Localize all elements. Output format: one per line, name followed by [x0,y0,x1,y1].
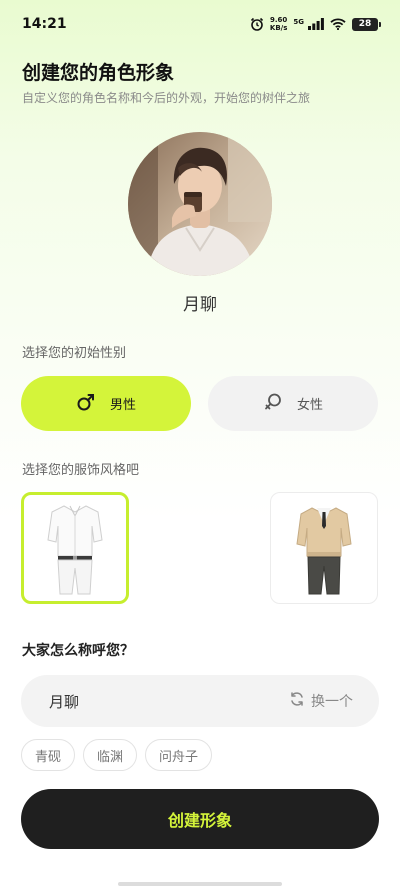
outfit-option-white-shirt[interactable] [21,492,129,604]
status-icons: 9.60 KB/s 5G 28 [250,16,381,32]
nickname-input[interactable] [49,692,229,710]
shuffle-name-button[interactable]: 换一个 [289,691,353,711]
gender-female-button[interactable]: 女性 [208,376,378,431]
battery-icon: 28 [352,17,381,31]
battery-level: 28 [358,19,372,29]
avatar[interactable] [128,132,272,276]
male-icon [76,392,96,416]
refresh-icon [289,691,305,711]
status-time: 14:21 [22,16,67,32]
gender-male-label: 男性 [109,398,136,413]
gender-male-button[interactable]: 男性 [21,376,191,431]
nickname-suggestions: 青砚 临渊 问舟子 [21,739,213,771]
home-indicator[interactable] [118,882,282,886]
nickname-question: 大家怎么称呼您？ [22,643,134,659]
wifi-icon [330,18,346,30]
gender-female-label: 女性 [296,398,323,413]
suggestion-chip[interactable]: 青砚 [21,739,76,771]
net-speed-value: 9.60 [269,16,288,24]
avatar-name: 月聊 [183,295,217,315]
net-speed-unit: KB/s [269,24,288,32]
outfit-section-label: 选择您的服饰风格吧 [22,463,140,478]
nickname-field: 换一个 [21,675,379,727]
status-bar: 14:21 9.60 KB/s 5G 28 [0,0,400,48]
page-subtitle: 自定义您的角色名称和今后的外观，开始您的树伴之旅 [22,91,311,105]
suggestion-chip[interactable]: 临渊 [83,739,138,771]
signal-icon [308,18,324,30]
sweater-outfit-image [296,507,352,595]
avatar-portrait-image [128,132,272,276]
gender-section-label: 选择您的初始性别 [22,346,127,361]
suggestion-chip[interactable]: 问舟子 [145,739,213,771]
shuffle-label: 换一个 [311,694,353,710]
create-character-button[interactable]: 创建形象 [21,789,379,849]
page-title: 创建您的角色形象 [22,62,175,84]
signal-type-label: 5G [293,18,304,26]
female-icon [263,392,283,416]
alarm-icon [250,17,264,31]
net-speed: 9.60 KB/s [270,16,287,32]
white-shirt-outfit-image [47,505,103,595]
outfit-option-sweater[interactable] [270,492,378,604]
create-character-label: 创建形象 [167,811,232,830]
